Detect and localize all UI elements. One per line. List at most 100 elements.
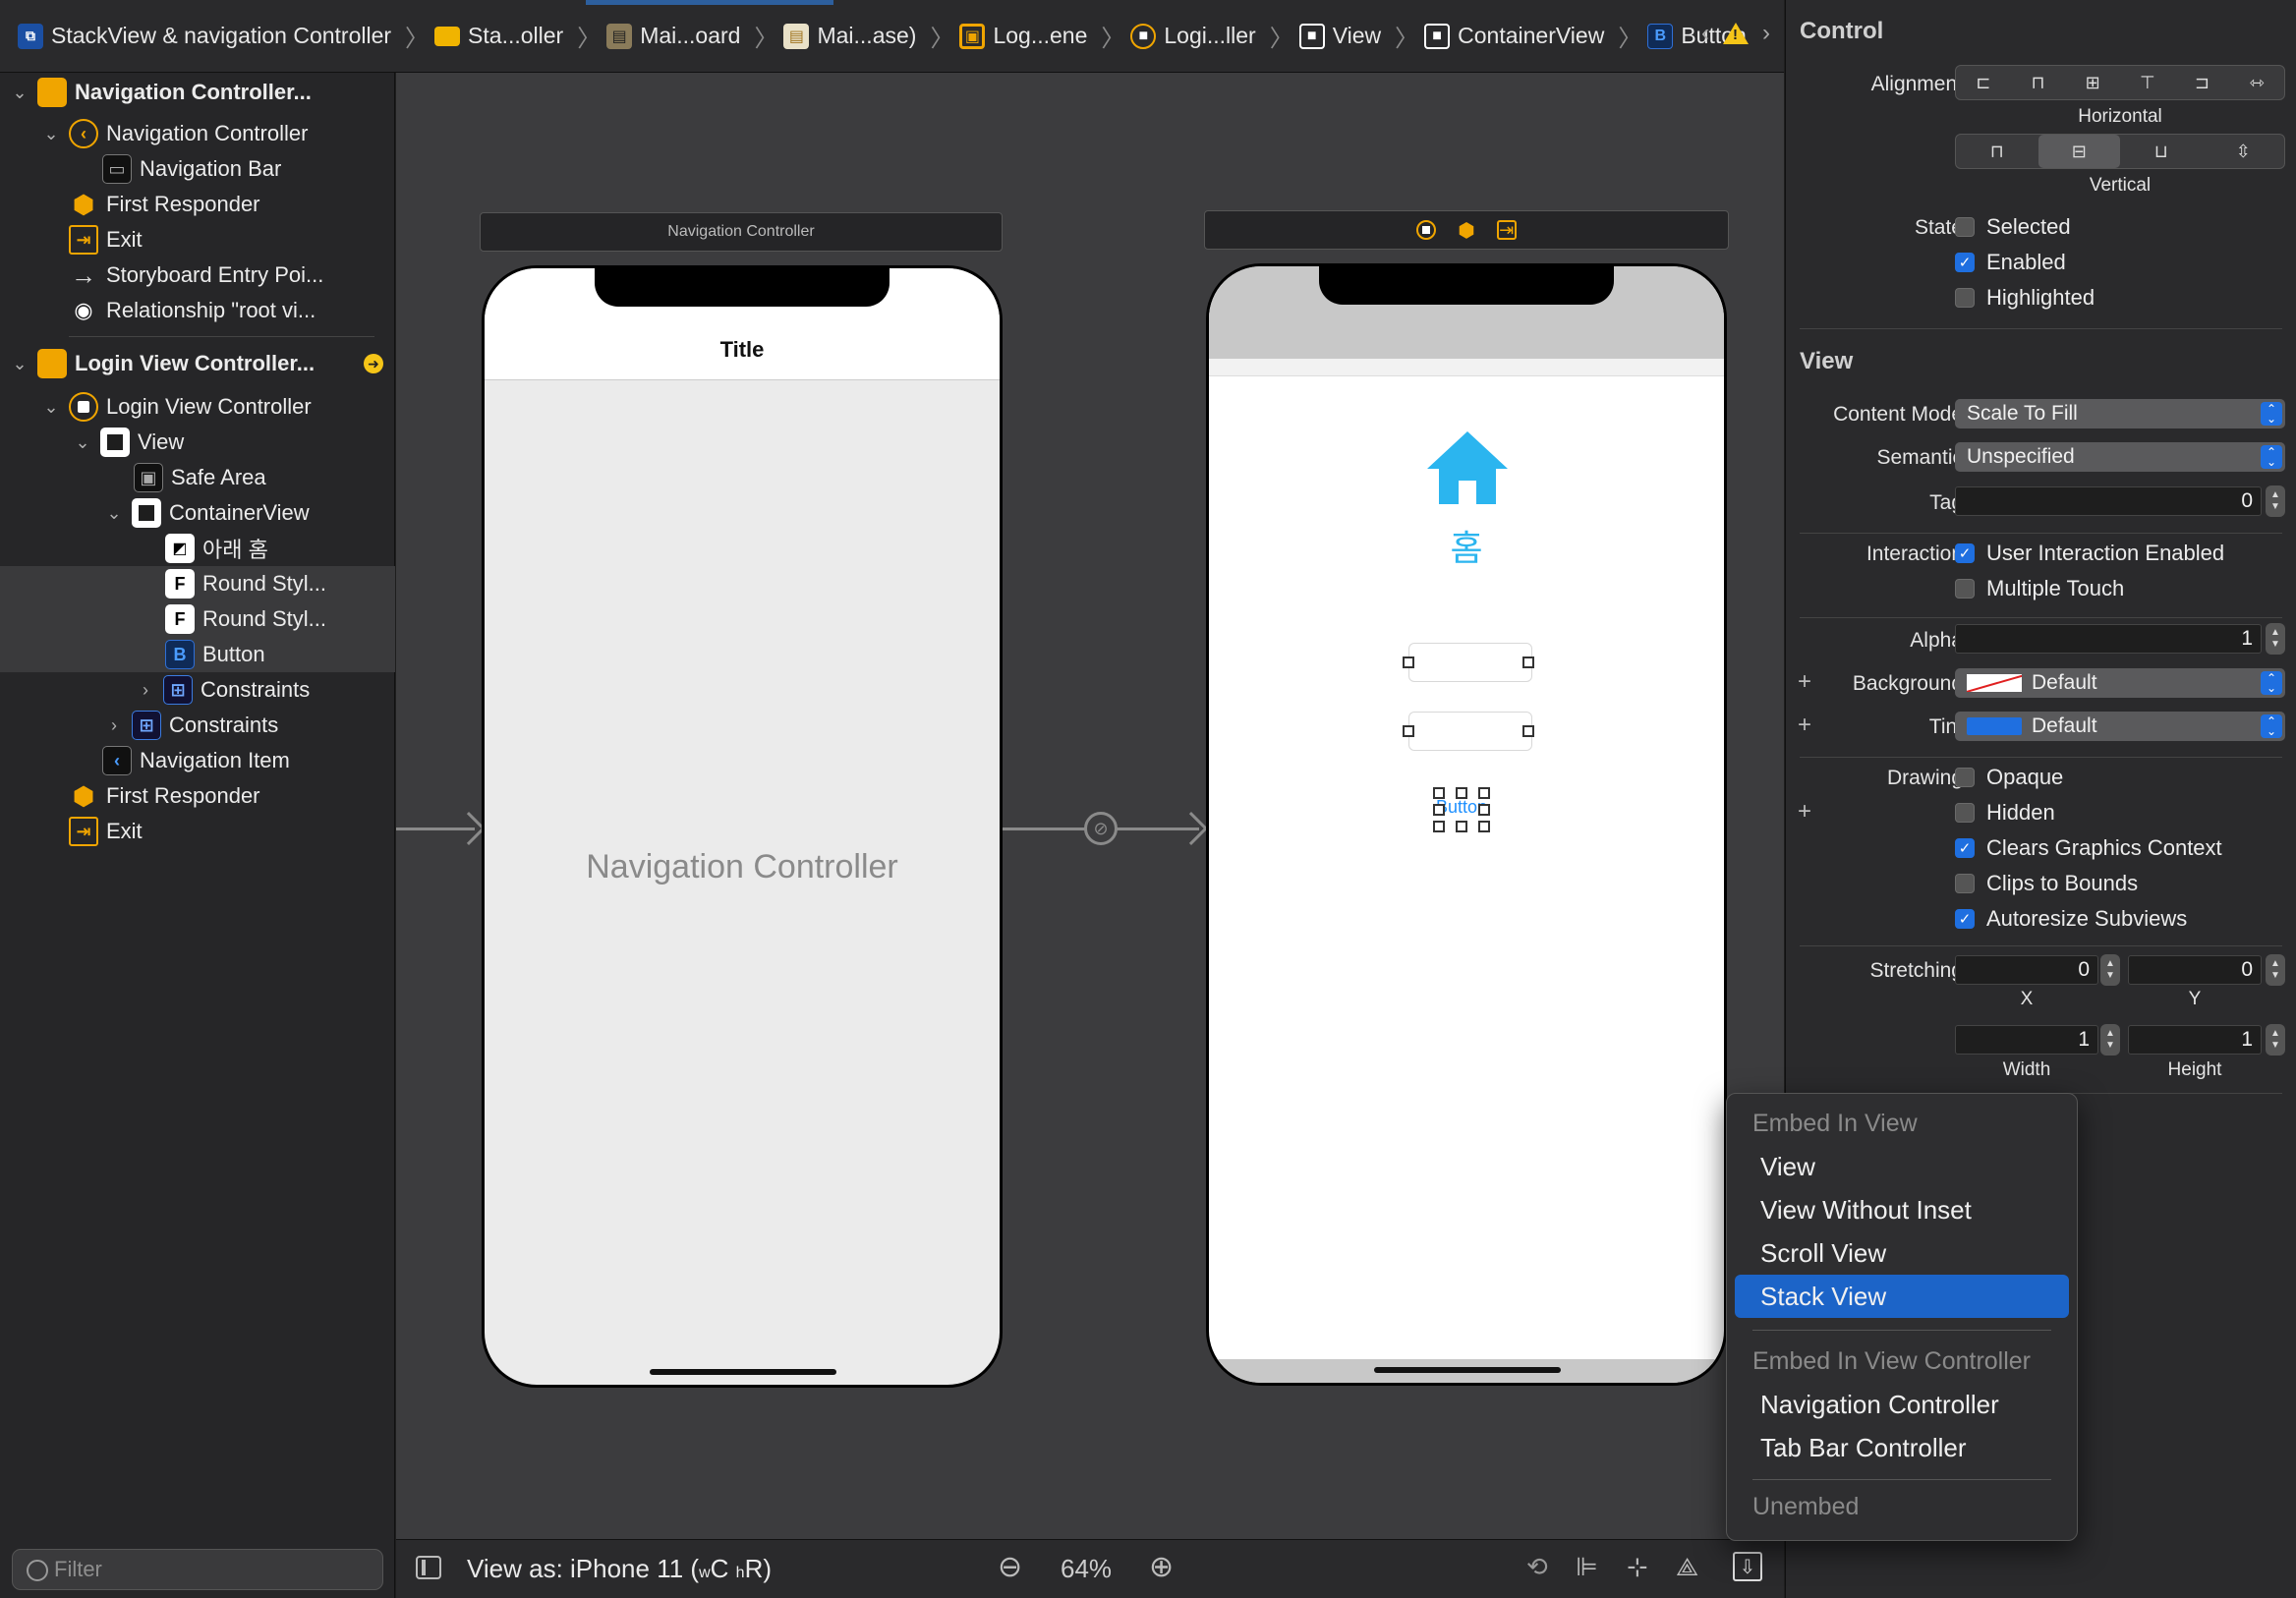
state-selected-checkbox[interactable]: Selected	[1955, 214, 2071, 240]
device-config-button[interactable]: View as: iPhone 11 (wC hR)	[467, 1554, 772, 1584]
menu-item-view-without-inset[interactable]: View Without Inset	[1735, 1188, 2069, 1231]
outline-filter-field[interactable]: Filter	[12, 1549, 383, 1590]
disclosure-down-icon[interactable]: ⌄	[10, 354, 29, 374]
selection-handle[interactable]	[1522, 656, 1534, 668]
outline-login-view-controller[interactable]: ⌄ Login View Controller	[41, 389, 312, 425]
view-controller-dock-icon[interactable]	[1416, 220, 1437, 240]
state-enabled-checkbox[interactable]: ✓ Enabled	[1955, 250, 2066, 275]
exit-dock-icon[interactable]: ⇥	[1496, 220, 1517, 240]
login-phone[interactable]: 홈 Button	[1206, 263, 1727, 1386]
add-constraints-icon[interactable]: ⊹	[1627, 1552, 1648, 1582]
checkbox[interactable]	[1955, 579, 1975, 599]
segue-icon[interactable]: ⊘	[1084, 812, 1118, 845]
outline-navigation-controller[interactable]: ⌄ ‹ Navigation Controller	[41, 116, 308, 151]
navigation-bar[interactable]	[1209, 359, 1724, 376]
stretch-width-field[interactable]: 1	[1955, 1025, 2098, 1055]
disclosure-down-icon[interactable]: ⌄	[41, 124, 61, 144]
stretch-height-stepper[interactable]: ▲ ▼	[2266, 1024, 2285, 1056]
stretch-y-stepper[interactable]: ▲ ▼	[2266, 954, 2285, 986]
selection-handle[interactable]	[1403, 656, 1414, 668]
outline-constraints-inner[interactable]: › ⊞ Constraints	[136, 672, 310, 708]
user-interaction-checkbox[interactable]: ✓ User Interaction Enabled	[1955, 541, 2224, 566]
breadcrumb-scene[interactable]: ▣ Log...ene 〉	[959, 19, 1124, 53]
tag-stepper[interactable]: ▲ ▼	[2266, 485, 2285, 517]
state-highlighted-checkbox[interactable]: Highlighted	[1955, 285, 2095, 311]
breadcrumb-project[interactable]: ⧉ StackView & navigation Controller 〉	[18, 19, 429, 53]
breadcrumb-view[interactable]: ■ View 〉	[1298, 19, 1418, 53]
outline-nav-scene[interactable]: ⌄ Navigation Controller...	[10, 75, 312, 110]
checkmark-icon[interactable]: ✓	[1955, 909, 1975, 929]
stretch-x-field[interactable]: 0	[1955, 955, 2098, 985]
stretch-height-field[interactable]: 1	[2128, 1025, 2262, 1055]
menu-item-tab-bar-controller[interactable]: Tab Bar Controller	[1735, 1426, 2069, 1469]
valign-top-icon[interactable]: ⊓	[1956, 135, 2038, 168]
outline-exit[interactable]: ⇥ Exit	[69, 222, 143, 257]
sidebar-toggle-icon[interactable]	[416, 1556, 441, 1579]
nav-controller-phone[interactable]: Title Navigation Controller	[482, 265, 1003, 1388]
vertical-alignment-control[interactable]: ⊓ ⊟ ⊔ ⇳	[1955, 134, 2285, 169]
stretch-width-stepper[interactable]: ▲ ▼	[2100, 1024, 2120, 1056]
stretch-x-stepper[interactable]: ▲ ▼	[2100, 954, 2120, 986]
checkmark-icon[interactable]: ✓	[1955, 543, 1975, 563]
menu-item-scroll-view[interactable]: Scroll View	[1735, 1231, 2069, 1275]
checkbox[interactable]	[1955, 217, 1975, 237]
add-variation-icon[interactable]: +	[1798, 798, 1811, 826]
outline-button[interactable]: B Button	[0, 637, 395, 672]
breadcrumb-container-view[interactable]: ■ ContainerView 〉	[1424, 19, 1641, 53]
disclosure-down-icon[interactable]: ⌄	[41, 397, 61, 418]
disclosure-right-icon[interactable]: ›	[136, 680, 155, 701]
disclosure-down-icon[interactable]: ⌄	[73, 432, 92, 453]
menu-item-stack-view[interactable]: Stack View	[1735, 1275, 2069, 1318]
warning-icon[interactable]: !	[1723, 23, 1749, 44]
tag-field[interactable]: 0	[1955, 486, 2262, 516]
background-color-popup[interactable]: Default ⌃ ⌄	[1955, 668, 2285, 698]
breadcrumb-storyboard[interactable]: ▤ Mai...oard 〉	[606, 19, 777, 53]
menu-item-navigation-controller[interactable]: Navigation Controller	[1735, 1383, 2069, 1426]
stretch-y-field[interactable]: 0	[2128, 955, 2262, 985]
selection-handle[interactable]	[1433, 821, 1445, 832]
align-left-icon[interactable]: ⊏	[1956, 66, 2011, 99]
login-scene-dock[interactable]: ⬢ ⇥	[1204, 210, 1729, 250]
opaque-checkbox[interactable]: Opaque	[1955, 765, 2063, 790]
clips-to-bounds-checkbox[interactable]: Clips to Bounds	[1955, 871, 2138, 896]
breadcrumb-folder[interactable]: ▬ Sta...oller 〉	[434, 19, 601, 53]
storyboard-canvas[interactable]: Navigation Controller Title Navigation C…	[396, 73, 1784, 1539]
nav-scene-dock[interactable]: Navigation Controller	[480, 212, 1003, 252]
outline-login-scene[interactable]: ⌄ Login View Controller... ➜	[10, 346, 395, 381]
zoom-in-icon[interactable]: ⊕	[1149, 1550, 1174, 1584]
outline-view[interactable]: ⌄ View	[73, 425, 184, 460]
checkbox[interactable]	[1955, 874, 1975, 893]
outline-relationship[interactable]: ◉ Relationship "root vi...	[69, 293, 316, 328]
valign-fill-icon[interactable]: ⇳	[2203, 135, 2285, 168]
chevron-right-icon[interactable]: ›	[1762, 20, 1770, 47]
align-center-icon[interactable]: ⊞	[2065, 66, 2120, 99]
outline-first-responder[interactable]: ⬢ First Responder	[69, 778, 260, 814]
selection-handle[interactable]	[1456, 787, 1467, 799]
selection-handle[interactable]	[1403, 725, 1414, 737]
selection-handle[interactable]	[1522, 725, 1534, 737]
outline-constraints-outer[interactable]: › ⊞ Constraints	[104, 708, 278, 743]
outline-safe-area[interactable]: ▣ Safe Area	[134, 460, 266, 495]
outline-text-field-1[interactable]: F Round Styl...	[0, 566, 395, 601]
align-center-h-icon[interactable]: ⊓	[2011, 66, 2066, 99]
menu-item-view[interactable]: View	[1735, 1145, 2069, 1188]
semantic-popup[interactable]: Unspecified ⌃ ⌄	[1955, 442, 2285, 472]
embed-in-icon[interactable]: ⇩	[1733, 1552, 1762, 1581]
outline-text-field-2[interactable]: F Round Styl...	[0, 601, 395, 637]
username-text-field[interactable]	[1408, 643, 1532, 682]
valign-bottom-icon[interactable]: ⊔	[2120, 135, 2203, 168]
update-frames-icon[interactable]: ⟲	[1526, 1552, 1548, 1582]
selection-handle[interactable]	[1433, 787, 1445, 799]
selection-handle[interactable]	[1456, 821, 1467, 832]
outline-navigation-bar[interactable]: ▭ Navigation Bar	[102, 151, 281, 187]
checkmark-icon[interactable]: ✓	[1955, 253, 1975, 272]
outline-entry-point[interactable]: → Storyboard Entry Poi...	[69, 257, 323, 293]
checkbox[interactable]	[1955, 288, 1975, 308]
checkbox[interactable]	[1955, 768, 1975, 787]
multiple-touch-checkbox[interactable]: Multiple Touch	[1955, 576, 2124, 601]
tint-color-popup[interactable]: Default ⌃ ⌄	[1955, 712, 2285, 741]
align-top-icon[interactable]: ⊤	[2120, 66, 2175, 99]
alpha-stepper[interactable]: ▲ ▼	[2266, 623, 2285, 655]
warning-badge-icon[interactable]: ➜	[364, 354, 383, 373]
resolve-issues-icon[interactable]: ⟁	[1676, 1552, 1698, 1583]
